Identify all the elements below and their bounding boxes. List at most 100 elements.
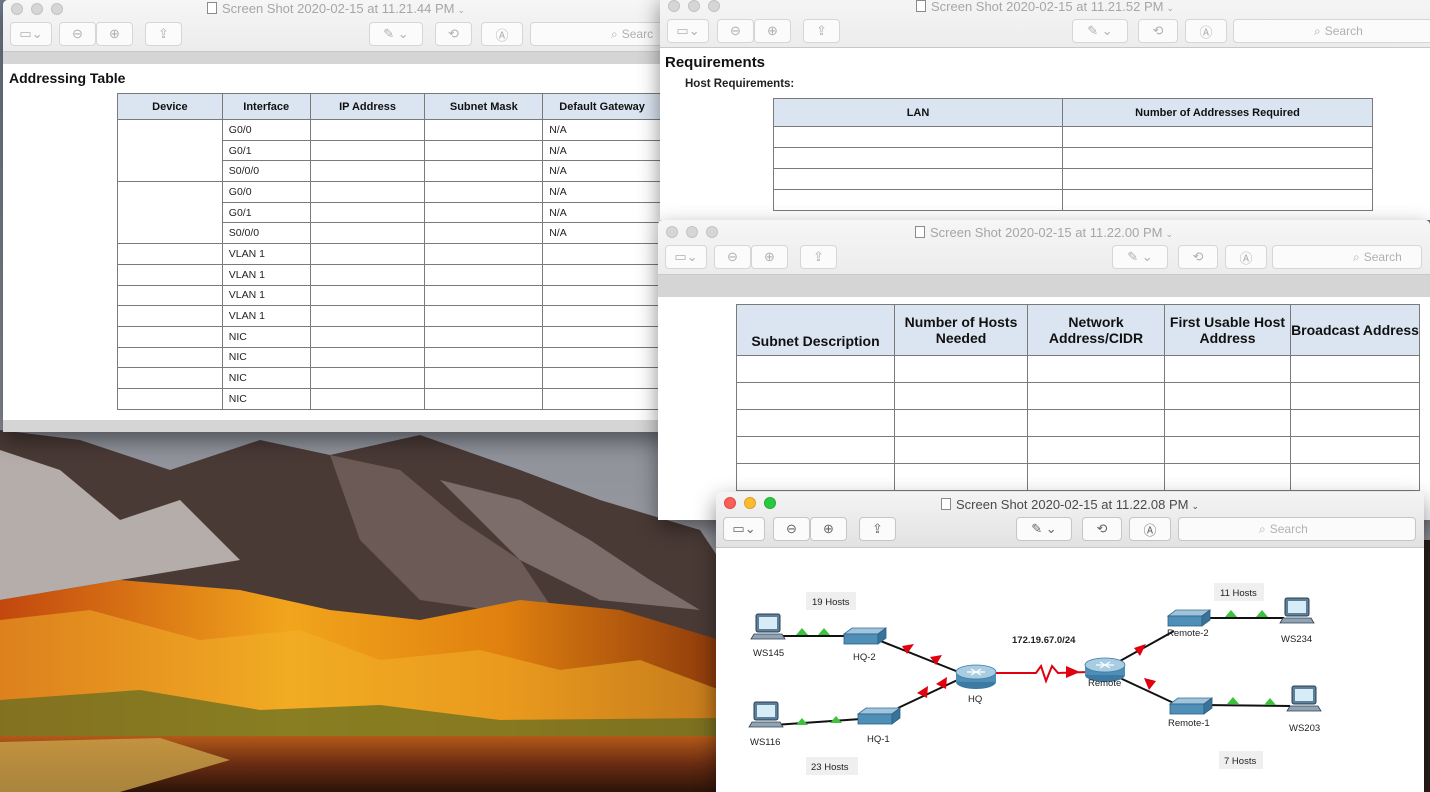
ip-cell[interactable] bbox=[309, 243, 426, 265]
subnet-cell[interactable] bbox=[1027, 463, 1165, 491]
device-cell[interactable] bbox=[117, 263, 223, 286]
device-cell[interactable] bbox=[117, 325, 223, 348]
lan-cell[interactable] bbox=[773, 126, 1063, 148]
mask-cell[interactable] bbox=[424, 284, 544, 307]
gateway-cell[interactable] bbox=[542, 284, 662, 307]
mask-cell[interactable] bbox=[424, 346, 544, 369]
chevron-down-icon[interactable]: ⌄ bbox=[1191, 501, 1199, 511]
subnet-cell[interactable] bbox=[1027, 382, 1165, 410]
window-titlebar[interactable]: Screen Shot 2020-02-15 at 11.22.08 PM ⌄ ▭… bbox=[716, 492, 1424, 548]
lan-cell[interactable] bbox=[773, 147, 1063, 169]
hq2-switch-icon[interactable] bbox=[843, 627, 887, 645]
subnet-cell[interactable] bbox=[1164, 355, 1291, 383]
device-cell[interactable] bbox=[117, 367, 223, 389]
chevron-down-icon[interactable]: ⌄ bbox=[457, 5, 465, 15]
subnet-cell[interactable] bbox=[1290, 355, 1420, 383]
subnet-cell[interactable] bbox=[1164, 382, 1291, 410]
share-button[interactable]: ⇪ bbox=[859, 517, 896, 541]
zoom-out-button[interactable]: ⊖ bbox=[59, 22, 96, 46]
addressing-table-window[interactable]: Screen Shot 2020-02-15 at 11.21.44 PM ⌄ ▭… bbox=[3, 0, 669, 432]
sidebar-toggle-button[interactable]: ▭⌄ bbox=[667, 19, 709, 43]
device-cell[interactable] bbox=[117, 346, 223, 369]
subnet-cell[interactable] bbox=[1164, 436, 1291, 464]
ip-cell[interactable] bbox=[309, 181, 426, 203]
ip-cell[interactable] bbox=[309, 325, 426, 348]
zoom-in-button[interactable]: ⊕ bbox=[96, 22, 133, 46]
markup-button[interactable]: ✎ ⌄ bbox=[1016, 517, 1072, 541]
mask-cell[interactable] bbox=[424, 305, 544, 327]
gateway-cell[interactable] bbox=[542, 387, 662, 410]
ip-cell[interactable] bbox=[309, 346, 426, 369]
hq-router-icon[interactable] bbox=[955, 664, 997, 690]
gateway-cell[interactable] bbox=[542, 346, 662, 369]
gateway-cell[interactable] bbox=[542, 305, 662, 327]
device-cell[interactable] bbox=[117, 243, 223, 265]
markup-button[interactable]: ✎ ⌄ bbox=[1112, 245, 1168, 269]
subnet-cell[interactable] bbox=[1290, 436, 1420, 464]
mask-cell[interactable] bbox=[424, 201, 544, 224]
subnet-cell[interactable] bbox=[1290, 463, 1420, 491]
subnet-cell[interactable] bbox=[894, 355, 1028, 383]
device-cell[interactable] bbox=[117, 118, 223, 183]
share-button[interactable]: ⇪ bbox=[803, 19, 840, 43]
window-titlebar[interactable]: Screen Shot 2020-02-15 at 11.22.00 PM ⌄ ▭… bbox=[658, 220, 1430, 275]
hq1-switch-icon[interactable] bbox=[857, 707, 901, 725]
gateway-cell[interactable] bbox=[542, 243, 662, 265]
rotate-button[interactable]: ⟲ bbox=[1138, 19, 1178, 43]
mask-cell[interactable] bbox=[424, 263, 544, 286]
rotate-button[interactable]: ⟲ bbox=[1178, 245, 1218, 269]
search-field[interactable]: ⌕ Search bbox=[1233, 19, 1430, 43]
mask-cell[interactable] bbox=[424, 119, 544, 141]
addresses-cell[interactable] bbox=[1062, 168, 1373, 190]
mask-cell[interactable] bbox=[424, 387, 544, 410]
remote1-switch-icon[interactable] bbox=[1169, 697, 1213, 715]
search-field[interactable]: ⌕ Searc bbox=[530, 22, 669, 46]
annotate-button[interactable]: Ⓐ bbox=[481, 22, 523, 46]
requirements-window[interactable]: Screen Shot 2020-02-15 at 11.21.52 PM ⌄ ▭… bbox=[660, 0, 1430, 220]
lan-cell[interactable] bbox=[773, 168, 1063, 190]
ip-cell[interactable] bbox=[309, 263, 426, 286]
chevron-down-icon[interactable]: ⌄ bbox=[1166, 3, 1174, 13]
search-field[interactable]: ⌕ Search bbox=[1272, 245, 1422, 269]
zoom-in-button[interactable]: ⊕ bbox=[751, 245, 788, 269]
subnet-cell[interactable] bbox=[736, 436, 895, 464]
ws203-pc-icon[interactable] bbox=[1286, 685, 1322, 712]
subnet-cell[interactable] bbox=[1164, 409, 1291, 437]
gateway-cell[interactable] bbox=[542, 263, 662, 286]
rotate-button[interactable]: ⟲ bbox=[1082, 517, 1122, 541]
subnet-cell[interactable] bbox=[1027, 355, 1165, 383]
device-cell[interactable] bbox=[117, 284, 223, 307]
subnet-cell[interactable] bbox=[736, 409, 895, 437]
lan-cell[interactable] bbox=[773, 189, 1063, 211]
markup-button[interactable]: ✎ ⌄ bbox=[369, 22, 423, 46]
ip-cell[interactable] bbox=[309, 367, 426, 389]
addresses-cell[interactable] bbox=[1062, 147, 1373, 169]
addresses-cell[interactable] bbox=[1062, 189, 1373, 211]
zoom-in-button[interactable]: ⊕ bbox=[754, 19, 791, 43]
ip-cell[interactable] bbox=[309, 387, 426, 410]
sidebar-toggle-button[interactable]: ▭⌄ bbox=[665, 245, 707, 269]
share-button[interactable]: ⇪ bbox=[145, 22, 182, 46]
zoom-out-button[interactable]: ⊖ bbox=[717, 19, 754, 43]
ip-cell[interactable] bbox=[309, 305, 426, 327]
ip-cell[interactable] bbox=[309, 139, 426, 162]
mask-cell[interactable] bbox=[424, 325, 544, 348]
subnet-cell[interactable] bbox=[894, 382, 1028, 410]
window-titlebar[interactable]: Screen Shot 2020-02-15 at 11.21.44 PM ⌄ ▭… bbox=[3, 0, 669, 52]
ws234-pc-icon[interactable] bbox=[1279, 597, 1315, 624]
gateway-cell[interactable] bbox=[542, 325, 662, 348]
subnet-cell[interactable] bbox=[1164, 463, 1291, 491]
mask-cell[interactable] bbox=[424, 181, 544, 203]
mask-cell[interactable] bbox=[424, 222, 544, 245]
subnet-cell[interactable] bbox=[1290, 382, 1420, 410]
ip-cell[interactable] bbox=[309, 201, 426, 224]
device-cell[interactable] bbox=[117, 305, 223, 327]
ip-cell[interactable] bbox=[309, 119, 426, 141]
subnet-cell[interactable] bbox=[1027, 436, 1165, 464]
subnet-table-window[interactable]: Screen Shot 2020-02-15 at 11.22.00 PM ⌄ ▭… bbox=[658, 220, 1430, 520]
topology-window[interactable]: Screen Shot 2020-02-15 at 11.22.08 PM ⌄ ▭… bbox=[716, 492, 1424, 792]
markup-button[interactable]: ✎ ⌄ bbox=[1072, 19, 1128, 43]
ip-cell[interactable] bbox=[309, 222, 426, 245]
chevron-down-icon[interactable]: ⌄ bbox=[1165, 229, 1173, 239]
share-button[interactable]: ⇪ bbox=[800, 245, 837, 269]
